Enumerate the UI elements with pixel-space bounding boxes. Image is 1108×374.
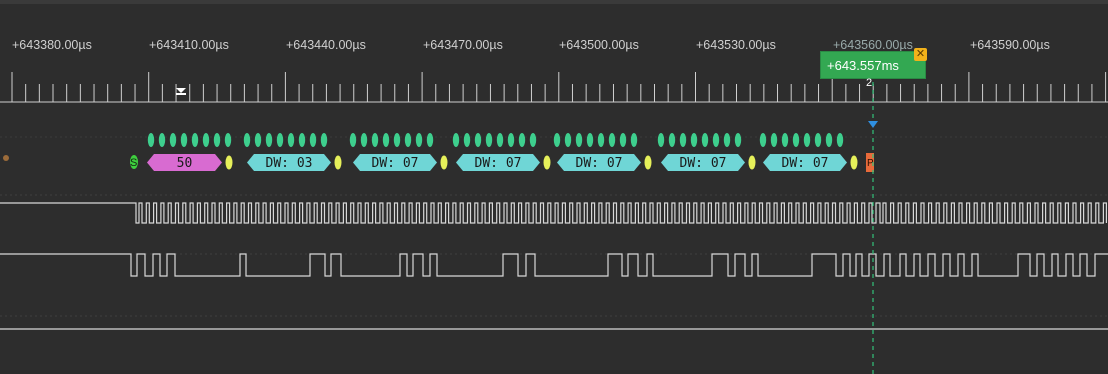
logic-analyzer-view: +643380.00µs +643410.00µs +643440.00µs +… — [0, 0, 1108, 374]
marker-line-layer — [868, 82, 878, 374]
marker-arrow-icon — [868, 121, 878, 128]
